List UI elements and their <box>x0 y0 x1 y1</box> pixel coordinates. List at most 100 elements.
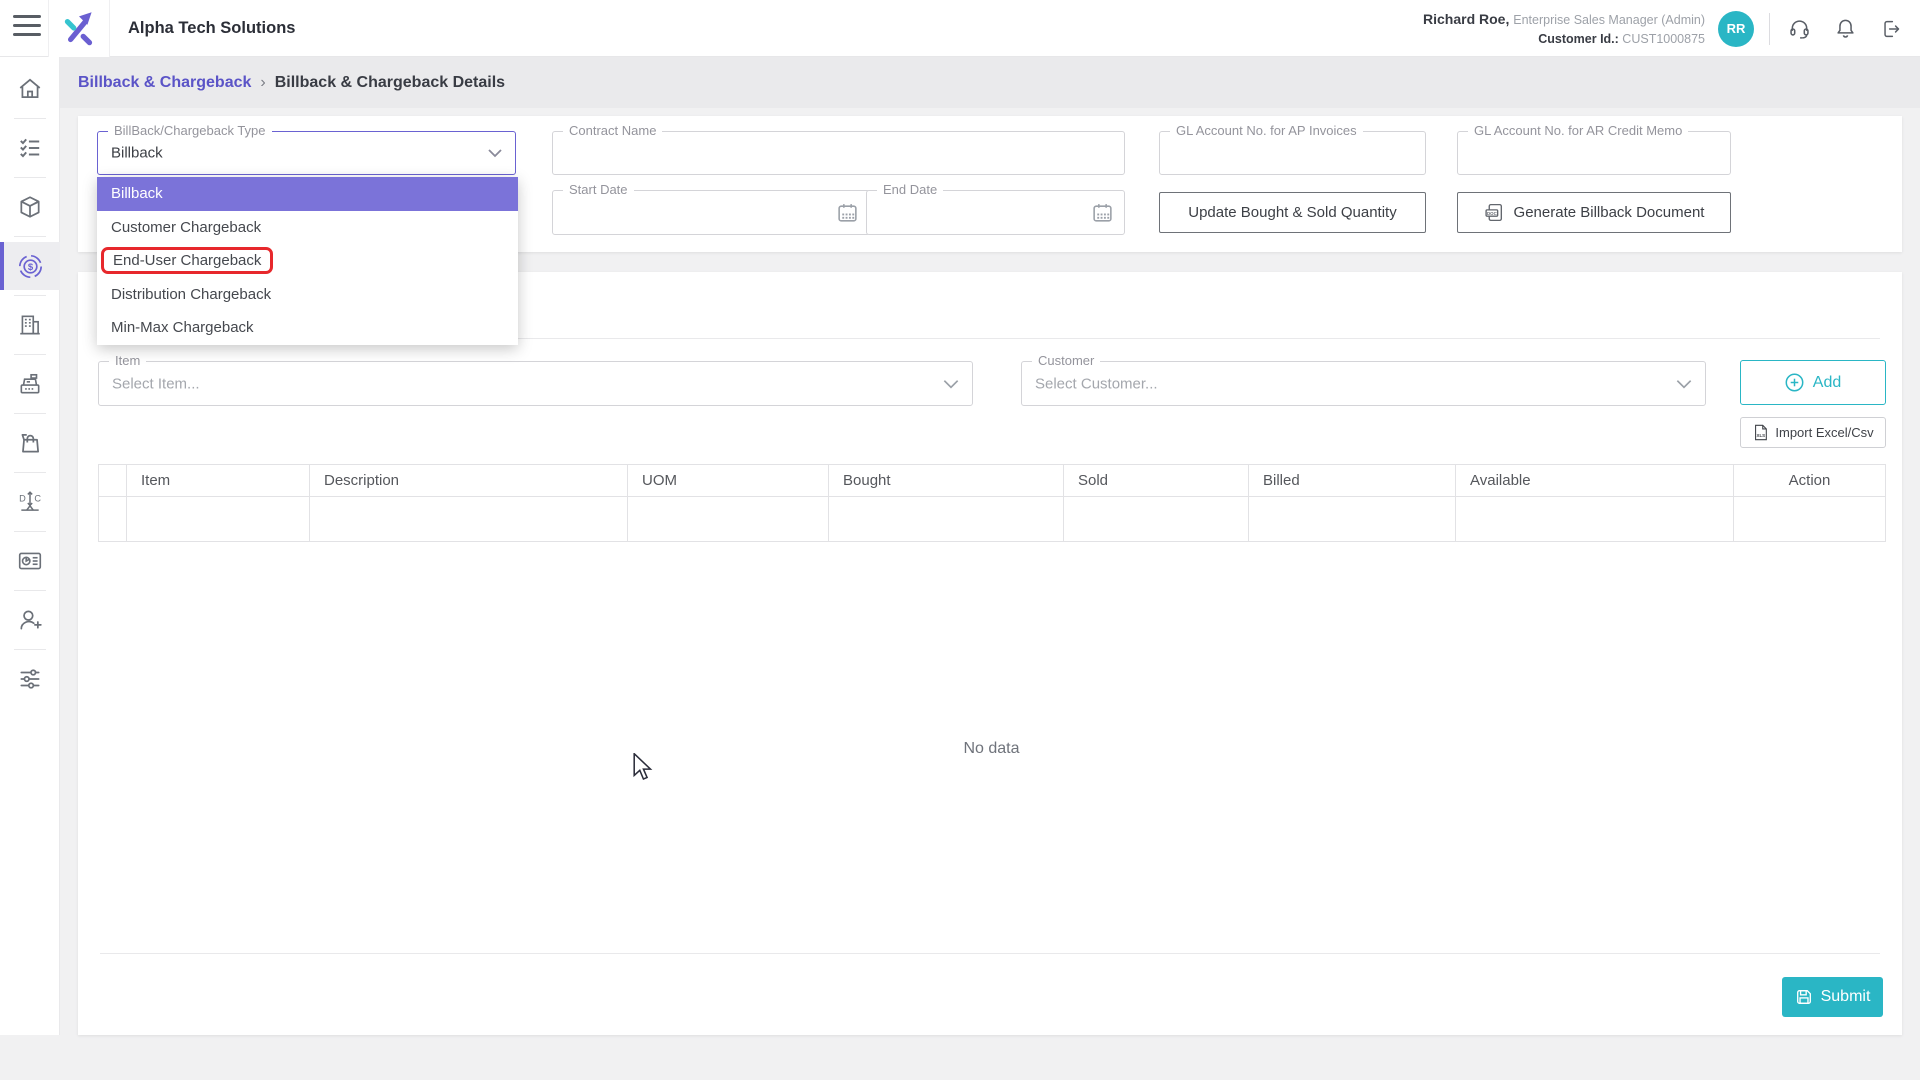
breadcrumb-link[interactable]: Billback & Chargeback <box>78 74 251 92</box>
company-building-icon <box>17 312 43 338</box>
type-option-label: Billback <box>111 185 163 202</box>
empty-cell <box>127 497 310 542</box>
column-header-sold: Sold <box>1064 465 1249 497</box>
empty-cell <box>1456 497 1734 542</box>
item-select-placeholder: Select Item... <box>112 375 200 392</box>
gl-ap-label: GL Account No. for AP Invoices <box>1170 123 1363 138</box>
import-excel-csv-button[interactable]: XLS Import Excel/Csv <box>1740 417 1886 448</box>
sidebar-item-products[interactable] <box>0 189 60 225</box>
end-date-label: End Date <box>877 182 943 197</box>
avatar[interactable]: RR <box>1718 11 1754 47</box>
add-user-icon <box>17 607 43 633</box>
type-dropdown-menu: Billback Customer Chargeback End-User Char… <box>97 177 518 345</box>
user-role: Enterprise Sales Manager (Admin) <box>1513 13 1705 27</box>
customer-id-label: Customer Id.: <box>1538 32 1619 46</box>
update-bought-sold-label: Update Bought & Sold Quantity <box>1188 204 1396 221</box>
sidebar-divider <box>14 177 46 178</box>
item-select[interactable]: Item Select Item... <box>98 361 973 406</box>
start-date-label: Start Date <box>563 182 634 197</box>
column-header-description: Description <box>310 465 628 497</box>
customer-select[interactable]: Customer Select Customer... <box>1021 361 1706 406</box>
type-option-label: Distribution Chargeback <box>111 286 271 303</box>
logout-icon[interactable] <box>1868 0 1914 57</box>
sidebar-item-purchases[interactable] <box>0 425 60 461</box>
type-option-billback[interactable]: Billback <box>97 177 518 211</box>
add-button[interactable]: Add <box>1740 360 1886 405</box>
item-select-label: Item <box>109 353 146 368</box>
sidebar-item-company[interactable] <box>0 307 60 343</box>
breadcrumb-current: Billback & Chargeback Details <box>275 74 505 92</box>
task-list-icon <box>17 135 43 161</box>
mouse-cursor <box>632 753 656 781</box>
import-button-label: Import Excel/Csv <box>1775 425 1873 440</box>
sidebar-item-billback[interactable]: $ <box>0 242 60 290</box>
gl-ap-field[interactable]: GL Account No. for AP Invoices <box>1159 131 1426 175</box>
breadcrumb-separator: › <box>260 74 265 92</box>
sidebar-divider <box>14 236 46 237</box>
no-data-message: No data <box>98 740 1885 758</box>
hamburger-menu-icon[interactable] <box>13 15 43 42</box>
svg-text:C: C <box>34 493 41 503</box>
add-button-label: Add <box>1813 374 1841 392</box>
sidebar-item-add-user[interactable] <box>0 602 60 638</box>
column-header-billed: Billed <box>1249 465 1456 497</box>
update-bought-sold-button[interactable]: Update Bought & Sold Quantity <box>1159 192 1426 233</box>
gl-ar-label: GL Account No. for AR Credit Memo <box>1468 123 1688 138</box>
save-icon <box>1795 988 1813 1006</box>
contract-name-field[interactable]: Contract Name <box>552 131 1125 175</box>
empty-cell <box>829 497 1064 542</box>
billback-type-label: BillBack/Chargeback Type <box>108 123 272 138</box>
table-body <box>99 497 1886 542</box>
column-header-item: Item <box>127 465 310 497</box>
svg-text:$: $ <box>27 261 33 272</box>
document-icon: DOC <box>1484 202 1505 223</box>
billback-type-select[interactable]: BillBack/Chargeback Type Billback <box>97 131 516 175</box>
submit-button[interactable]: Submit <box>1782 977 1883 1017</box>
submit-button-label: Submit <box>1821 988 1871 1006</box>
calendar-icon[interactable] <box>1091 201 1114 224</box>
type-option-distribution-chargeback[interactable]: Distribution Chargeback <box>97 278 518 312</box>
type-option-min-max-chargeback[interactable]: Min-Max Chargeback <box>97 311 518 345</box>
end-date-field[interactable]: End Date <box>866 190 1125 235</box>
support-headset-icon[interactable] <box>1776 0 1822 57</box>
notifications-bell-icon[interactable] <box>1822 0 1868 57</box>
sidebar-divider <box>14 531 46 532</box>
user-name: Richard Roe, <box>1423 11 1509 27</box>
customer-select-placeholder: Select Customer... <box>1035 375 1158 392</box>
sidebar-divider <box>14 354 46 355</box>
column-header-available: Available <box>1456 465 1734 497</box>
gl-ar-field[interactable]: GL Account No. for AR Credit Memo <box>1457 131 1731 175</box>
column-header-action: Action <box>1734 465 1886 497</box>
user-info: Richard Roe, Enterprise Sales Manager (A… <box>1423 9 1705 47</box>
chevron-down-icon <box>488 149 502 158</box>
sidebar-item-preferences[interactable] <box>0 661 60 697</box>
empty-cell <box>99 497 127 542</box>
chevron-down-icon <box>943 379 959 389</box>
calendar-icon[interactable] <box>836 201 859 224</box>
purchase-bag-icon <box>17 430 43 456</box>
app-logo[interactable] <box>48 0 110 57</box>
empty-cell <box>1064 497 1249 542</box>
billback-type-value: Billback <box>111 145 163 162</box>
generate-billback-label: Generate Billback Document <box>1514 204 1705 221</box>
table-empty-row <box>99 497 1886 542</box>
type-option-label: Customer Chargeback <box>111 219 261 236</box>
sidebar-item-home[interactable] <box>0 71 60 107</box>
svg-text:XLS: XLS <box>1757 433 1766 438</box>
table-header-row: ItemDescriptionUOMBoughtSoldBilledAvaila… <box>99 465 1886 497</box>
start-date-field[interactable]: Start Date <box>552 190 870 235</box>
sidebar-item-tasks[interactable] <box>0 130 60 166</box>
customer-id-value: CUST1000875 <box>1622 32 1705 46</box>
sidebar-item-debit-credit[interactable]: D C <box>0 484 60 520</box>
logo-x-icon <box>58 8 100 50</box>
empty-cell <box>310 497 628 542</box>
generate-billback-document-button[interactable]: DOC Generate Billback Document <box>1457 192 1731 233</box>
type-option-customer-chargeback[interactable]: Customer Chargeback <box>97 211 518 245</box>
customer-select-label: Customer <box>1032 353 1100 368</box>
plus-circle-icon <box>1785 373 1804 392</box>
sidebar-item-reports[interactable] <box>0 543 60 579</box>
type-option-end-user-chargeback[interactable]: End-User Chargeback <box>97 244 518 278</box>
column-header-bought: Bought <box>829 465 1064 497</box>
sidebar-item-sales-register[interactable] <box>0 366 60 402</box>
column-header-select <box>99 465 127 497</box>
